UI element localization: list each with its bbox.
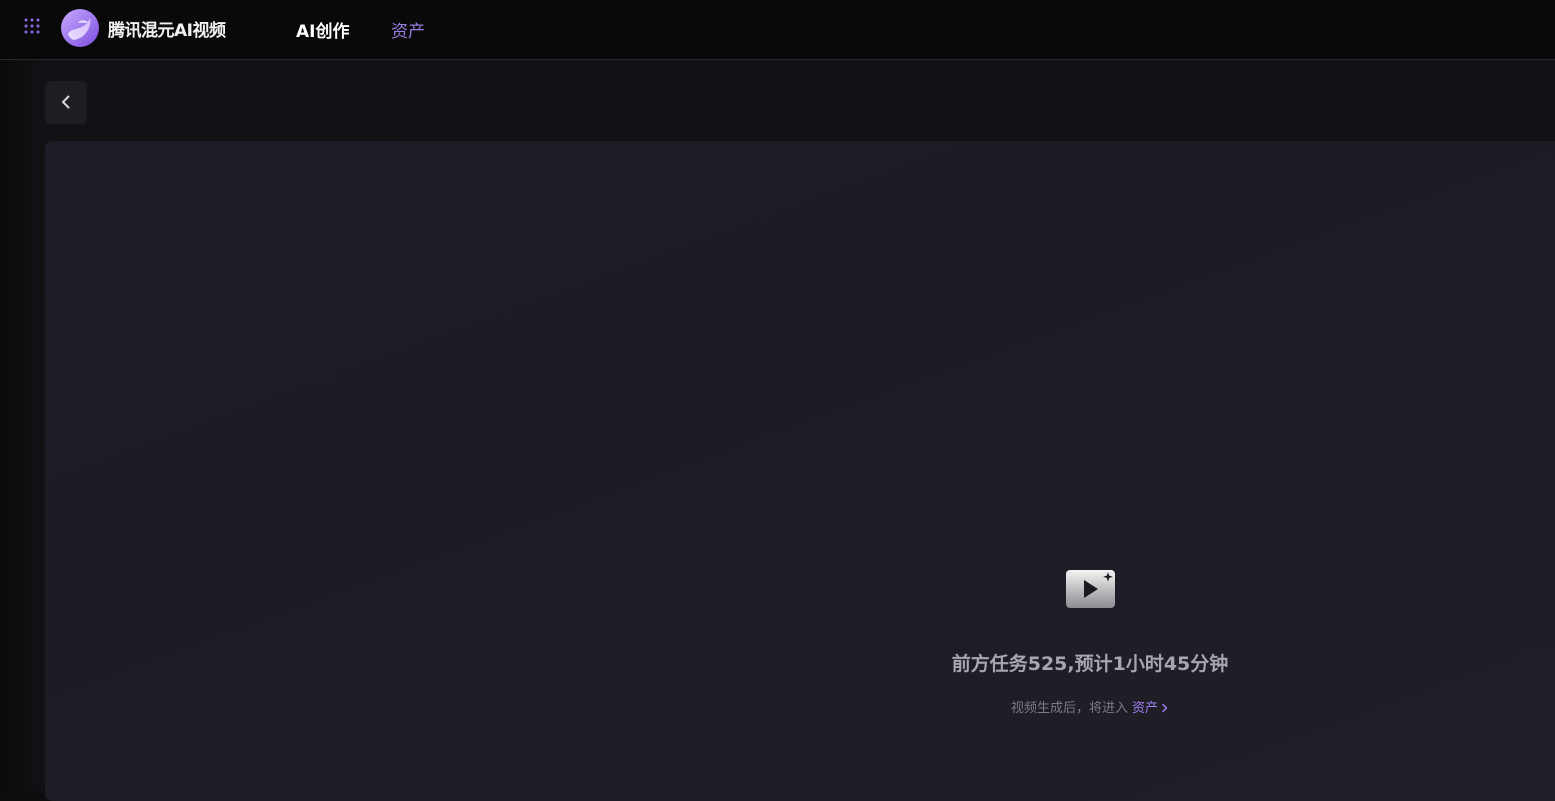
hint-text: 视频生成后，将进入 [1010,701,1128,716]
assets-link[interactable]: 资产 [1132,701,1169,716]
apps-grid-icon[interactable] [22,16,44,38]
top-navigation-bar: 腾讯混元AI视频 AI创作 资产 [0,0,1555,60]
chevron-left-icon [62,95,70,109]
chevron-right-icon [1162,703,1168,713]
brand-logo[interactable] [60,8,100,48]
video-preview-panel [45,141,1555,801]
assets-link-label: 资产 [1132,701,1159,716]
video-sparkle-icon [1065,569,1117,611]
main-content [0,60,1555,801]
tab-assets[interactable]: 资产 [391,17,425,42]
brand-name: 腾讯混元AI视频 [108,21,226,41]
assets-hint: 视频生成后，将进入 资产 [900,697,1280,716]
tab-ai-creation[interactable]: AI创作 [296,17,349,42]
back-button[interactable] [45,81,87,124]
queue-status-message: 前方任务525,预计1小时45分钟 [951,653,1229,675]
